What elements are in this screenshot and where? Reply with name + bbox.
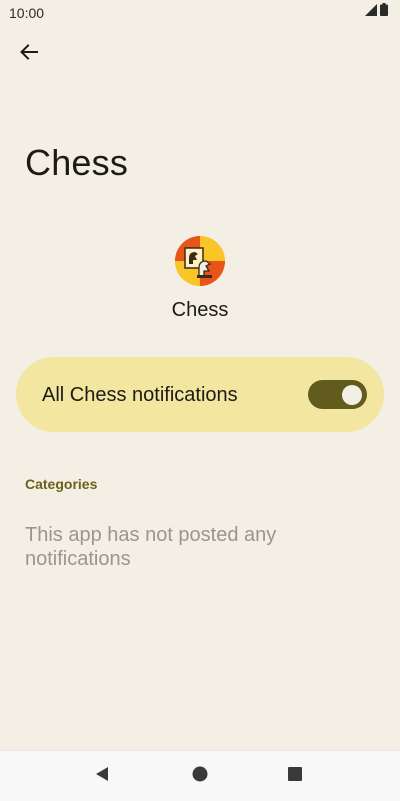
all-notifications-label: All Chess notifications: [42, 384, 238, 406]
switch-thumb: [342, 384, 362, 405]
nav-recents-button[interactable]: [284, 765, 306, 787]
status-icons: [365, 3, 388, 21]
battery-icon: [380, 3, 388, 21]
app-name: Chess: [171, 299, 229, 321]
signal-icon: [365, 3, 377, 21]
all-notifications-switch[interactable]: [308, 380, 367, 409]
categories-header: Categories: [25, 476, 98, 492]
page-title: Chess: [25, 142, 129, 183]
back-triangle-icon: [94, 766, 110, 787]
status-time: 10:00: [9, 5, 45, 21]
back-button[interactable]: [10, 35, 48, 73]
chess-app-icon: [175, 236, 225, 286]
empty-categories-message: This app has not posted any notification…: [25, 524, 277, 570]
arrow-left-icon: [19, 42, 39, 67]
navigation-bar: [0, 750, 400, 801]
home-circle-icon: [192, 766, 208, 787]
all-notifications-toggle-row[interactable]: All Chess notifications: [16, 357, 384, 432]
nav-home-button[interactable]: [189, 765, 211, 787]
recents-square-icon: [287, 766, 303, 787]
status-bar: 10:00: [0, 0, 400, 26]
nav-back-button[interactable]: [91, 765, 113, 787]
